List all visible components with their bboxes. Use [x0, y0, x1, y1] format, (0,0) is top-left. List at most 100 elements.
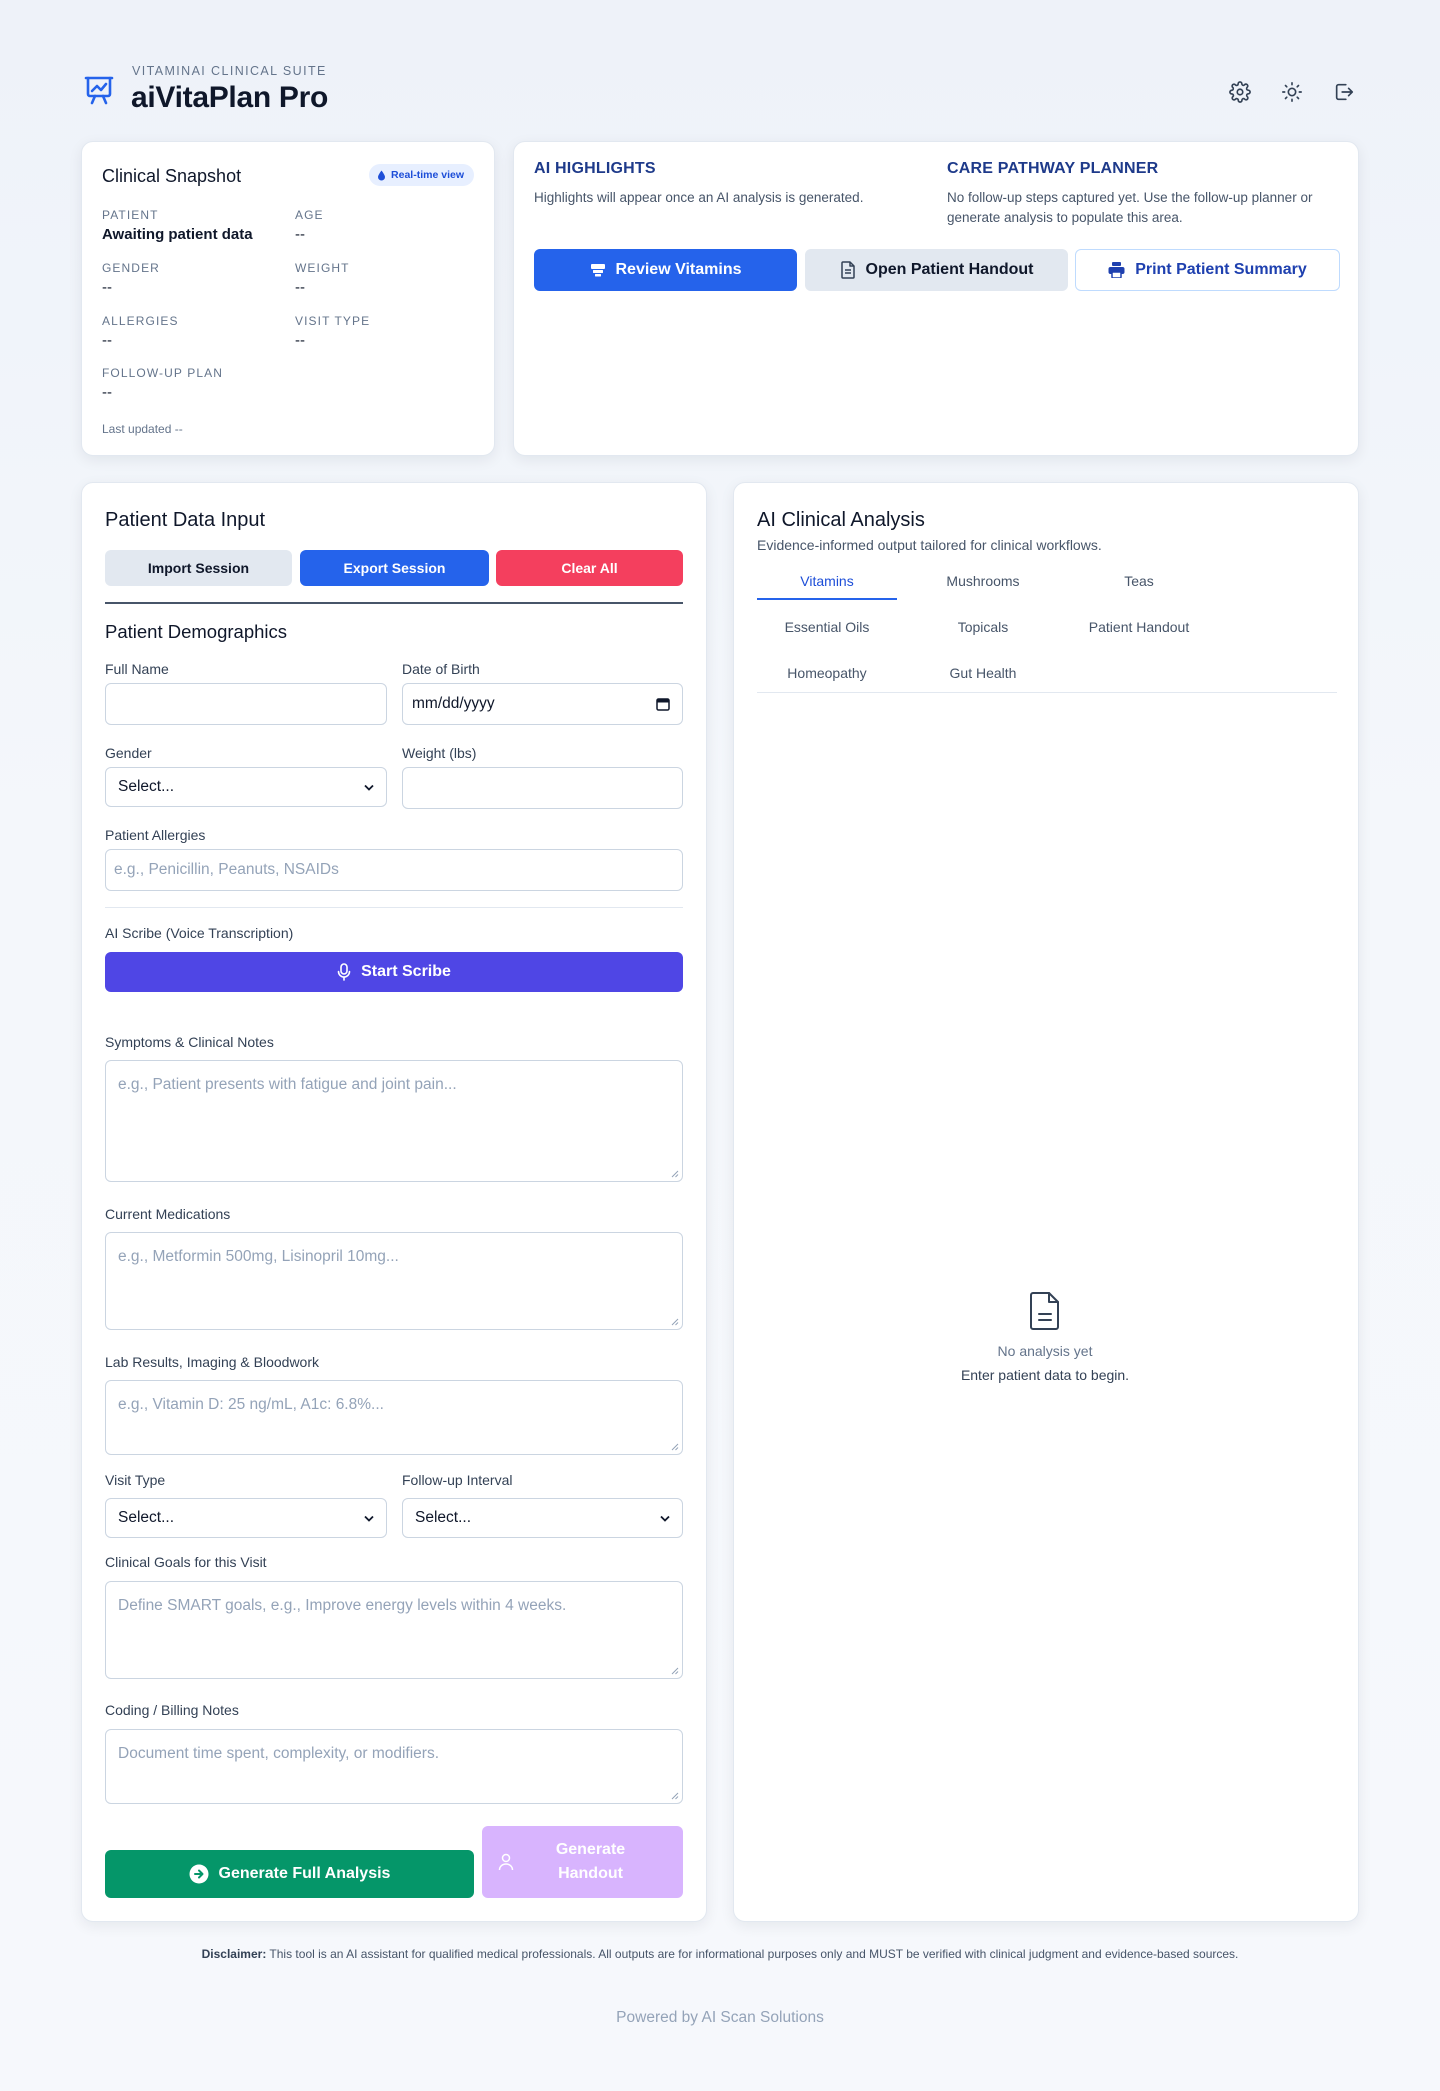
- user-icon: [498, 1853, 514, 1871]
- weight-label: WEIGHT: [295, 261, 350, 275]
- analysis-title: AI Clinical Analysis: [757, 509, 925, 531]
- pill-bottle-icon: [590, 264, 605, 277]
- weight-input[interactable]: [402, 767, 683, 809]
- chevron-down-icon: [364, 1515, 374, 1522]
- start-scribe-button[interactable]: Start Scribe: [105, 952, 683, 992]
- import-session-button[interactable]: Import Session: [105, 550, 292, 586]
- clinical-snapshot-card: Clinical Snapshot Real-time view PATIENT…: [81, 141, 495, 456]
- resize-grip-icon[interactable]: [671, 1170, 679, 1178]
- generate-handout-line1: Generate: [555, 1841, 626, 1858]
- clinical-goals-placeholder: Define SMART goals, e.g., Improve energy…: [118, 1597, 567, 1614]
- dob-input[interactable]: mm/dd/yyyy: [402, 683, 683, 725]
- open-handout-label: Open Patient Handout: [865, 261, 1034, 278]
- followup-value: --: [102, 384, 112, 401]
- theme-toggle-button[interactable]: [1276, 76, 1308, 108]
- section-divider: [105, 602, 683, 604]
- tab-homeopathy[interactable]: Homeopathy: [757, 665, 897, 681]
- snapshot-title: Clinical Snapshot: [102, 166, 242, 186]
- document-icon: [840, 261, 855, 279]
- allergies-label: Patient Allergies: [105, 827, 206, 843]
- badge-label: Real-time view: [391, 169, 464, 181]
- symptoms-textarea[interactable]: e.g., Patient presents with fatigue and …: [105, 1060, 683, 1182]
- full-name-label: Full Name: [105, 661, 169, 677]
- suite-label: VITAMINAI CLINICAL SUITE: [132, 64, 327, 78]
- start-scribe-label: Start Scribe: [361, 963, 451, 980]
- scribe-label: AI Scribe (Voice Transcription): [105, 925, 294, 941]
- resize-grip-icon[interactable]: [671, 1443, 679, 1451]
- generate-handout-text: Generate Handout: [514, 1838, 683, 1886]
- resize-grip-icon[interactable]: [671, 1318, 679, 1326]
- full-name-input[interactable]: [105, 683, 387, 725]
- tab-topicals[interactable]: Topicals: [913, 619, 1053, 635]
- age-value: --: [295, 226, 305, 243]
- tab-patient-handout[interactable]: Patient Handout: [1069, 619, 1209, 635]
- tab-vitamins[interactable]: Vitamins: [757, 573, 897, 589]
- followup-interval-select[interactable]: Select...: [402, 1498, 683, 1538]
- weight-value: --: [295, 279, 305, 296]
- followup-interval-label: Follow-up Interval: [402, 1472, 513, 1488]
- dob-label: Date of Birth: [402, 661, 480, 677]
- analysis-card: AI Clinical Analysis Evidence-informed o…: [733, 482, 1359, 1922]
- medications-textarea[interactable]: e.g., Metformin 500mg, Lisinopril 10mg..…: [105, 1232, 683, 1330]
- review-vitamins-label: Review Vitamins: [615, 261, 742, 278]
- active-tab-indicator: [757, 598, 897, 600]
- dob-value: mm/dd/yyyy: [412, 695, 495, 712]
- gender-select-value: Select...: [118, 778, 174, 795]
- resize-grip-icon[interactable]: [671, 1667, 679, 1675]
- gender-value: --: [102, 279, 112, 296]
- empty-document-icon: [1030, 1292, 1059, 1330]
- powered-by: Powered by AI Scan Solutions: [616, 2009, 824, 2026]
- empty-state-title: No analysis yet: [997, 1343, 1093, 1359]
- allergies-input[interactable]: e.g., Penicillin, Peanuts, NSAIDs: [105, 849, 683, 891]
- arrow-circle-right-icon: [189, 1864, 209, 1884]
- highlights-card: AI HIGHLIGHTS Highlights will appear onc…: [513, 141, 1359, 456]
- visit-type-select[interactable]: Select...: [105, 1498, 387, 1538]
- tabs-divider: [757, 692, 1337, 693]
- clinical-goals-textarea[interactable]: Define SMART goals, e.g., Improve energy…: [105, 1581, 683, 1679]
- printer-icon: [1108, 262, 1125, 278]
- settings-button[interactable]: [1224, 76, 1256, 108]
- care-pathway-text: No follow-up steps captured yet. Use the…: [947, 190, 1313, 225]
- labs-textarea[interactable]: e.g., Vitamin D: 25 ng/mL, A1c: 6.8%...: [105, 1380, 683, 1455]
- ai-highlights-text: Highlights will appear once an AI analys…: [534, 190, 864, 205]
- tab-teas[interactable]: Teas: [1069, 573, 1209, 589]
- labs-label: Lab Results, Imaging & Bloodwork: [105, 1354, 319, 1370]
- calendar-icon[interactable]: [656, 697, 670, 711]
- followup-select-value: Select...: [415, 1509, 471, 1526]
- print-summary-label: Print Patient Summary: [1135, 261, 1307, 278]
- clear-all-button[interactable]: Clear All: [496, 550, 683, 586]
- gender-select[interactable]: Select...: [105, 767, 387, 807]
- chevron-down-icon: [660, 1515, 670, 1522]
- labs-placeholder: e.g., Vitamin D: 25 ng/mL, A1c: 6.8%...: [118, 1396, 384, 1413]
- generate-analysis-button[interactable]: Generate Full Analysis: [105, 1850, 474, 1898]
- age-label: AGE: [295, 208, 324, 222]
- gender-label: Gender: [105, 745, 152, 761]
- patient-value: Awaiting patient data: [102, 226, 253, 243]
- billing-placeholder: Document time spent, complexity, or modi…: [118, 1745, 440, 1762]
- allergies-value: --: [102, 332, 112, 349]
- disclaimer: Disclaimer: This tool is an AI assistant…: [0, 1947, 1440, 1961]
- sun-icon: [1282, 82, 1302, 102]
- tab-mushrooms[interactable]: Mushrooms: [913, 573, 1053, 589]
- settings-icon: [1229, 81, 1251, 103]
- visit-type-select-value: Select...: [118, 1509, 174, 1526]
- app-title: aiVitaPlan Pro: [131, 81, 328, 114]
- export-session-button[interactable]: Export Session: [300, 550, 489, 586]
- disclaimer-text: This tool is an AI assistant for qualifi…: [266, 1947, 1239, 1961]
- tab-gut-health[interactable]: Gut Health: [913, 665, 1053, 681]
- realtime-badge: Real-time view: [369, 164, 474, 186]
- billing-textarea[interactable]: Document time spent, complexity, or modi…: [105, 1729, 683, 1804]
- open-handout-button[interactable]: Open Patient Handout: [805, 249, 1068, 291]
- resize-grip-icon[interactable]: [671, 1792, 679, 1800]
- tab-essential-oils[interactable]: Essential Oils: [757, 619, 897, 635]
- patient-label: PATIENT: [102, 208, 159, 222]
- clinical-goals-label: Clinical Goals for this Visit: [105, 1554, 267, 1570]
- generate-handout-button[interactable]: Generate Handout: [482, 1826, 683, 1898]
- chevron-down-icon: [364, 784, 374, 791]
- visit-type-value: --: [295, 332, 305, 349]
- generate-analysis-label: Generate Full Analysis: [218, 1865, 391, 1882]
- print-summary-button[interactable]: Print Patient Summary: [1075, 249, 1340, 291]
- review-vitamins-button[interactable]: Review Vitamins: [534, 249, 797, 291]
- logout-button[interactable]: [1328, 76, 1360, 108]
- medications-placeholder: e.g., Metformin 500mg, Lisinopril 10mg..…: [118, 1248, 399, 1265]
